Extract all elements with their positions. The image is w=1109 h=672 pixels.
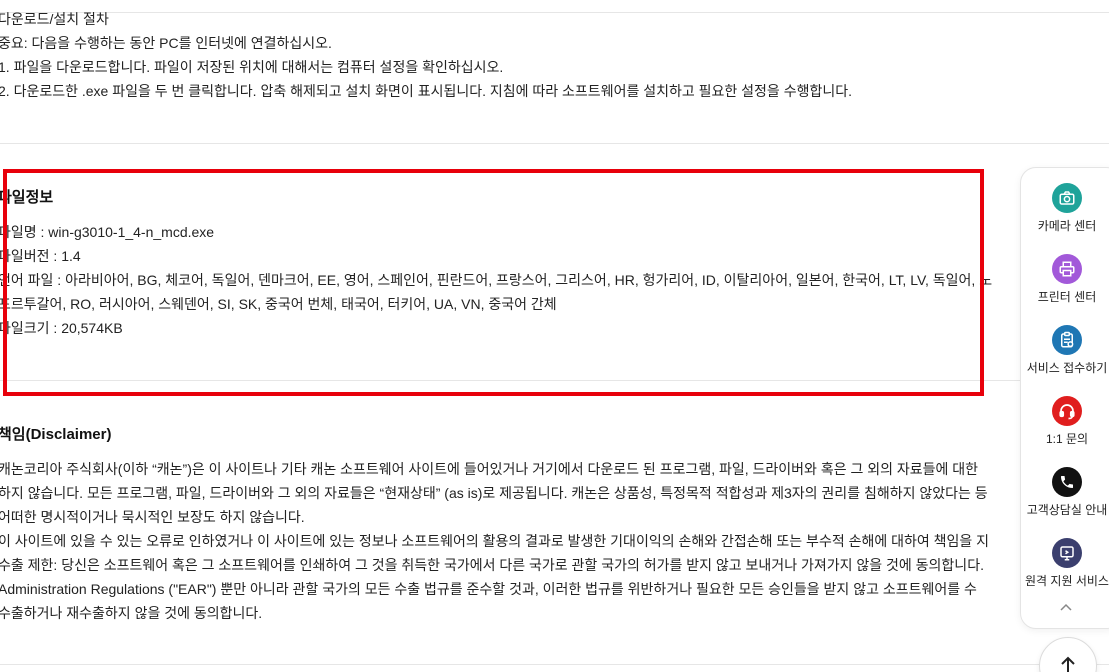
phone-icon [1052, 467, 1082, 497]
arrow-up-icon [1061, 656, 1075, 672]
disclaimer-paragraph: 이 사이트에 있을 수 있는 오류로 인하였거나 이 사이트에 있는 정보나 소… [0, 533, 990, 549]
file-info-title: 파일정보 [0, 189, 54, 206]
one-on-one-inquiry-label: 1:1 문의 [1045, 432, 1089, 446]
headset-icon [1052, 396, 1082, 426]
disclaimer-title: 책임(Disclaimer) [0, 426, 112, 443]
scroll-to-top-button[interactable] [1039, 637, 1097, 672]
printer-center-button[interactable]: 프린터 센터 [1021, 254, 1109, 304]
export-restriction-paragraph: 수출하거나 재수출하지 않을 것에 동의합니다. [0, 605, 263, 621]
remote-support-button[interactable]: 원격 지원 서비스 [1021, 538, 1109, 588]
install-step-2: 2. 다운로드한 .exe 파일을 두 번 클릭합니다. 압축 해제되고 설치 … [0, 83, 852, 99]
customer-center-info-button[interactable]: 고객상담실 안내 [1021, 467, 1109, 517]
service-request-button[interactable]: 서비스 접수하기 [1021, 325, 1109, 375]
one-on-one-inquiry-button[interactable]: 1:1 문의 [1021, 396, 1109, 446]
file-languages: 언어 파일 : 아라비아어, BG, 체코어, 독일어, 덴마크어, EE, 영… [0, 272, 993, 288]
install-step-1: 1. 파일을 다운로드합니다. 파일이 저장된 위치에 대해서는 컴퓨터 설정을… [0, 59, 504, 75]
quick-menu-panel: 카메라 센터 프린터 센터 서비스 접수하기 1:1 문의 고객상담실 안내 원… [1020, 167, 1109, 629]
download-page: 다운로드/설치 절차 중요: 다음을 수행하는 동안 PC를 인터넷에 연결하십… [0, 0, 1109, 672]
chevron-up-icon[interactable] [1058, 600, 1074, 616]
customer-center-info-label: 고객상담실 안내 [1026, 503, 1108, 517]
camera-icon [1052, 183, 1082, 213]
printer-center-label: 프린터 센터 [1037, 290, 1097, 304]
file-size: 파일크기 : 20,574KB [0, 320, 123, 336]
section-divider [0, 664, 1109, 665]
file-languages-continued: 포르투갈어, RO, 러시아어, 스웨덴어, SI, SK, 중국어 번체, 태… [0, 296, 557, 312]
disclaimer-paragraph: 어떠한 명시적이거나 묵시적인 보장도 하지 않습니다. [0, 509, 305, 525]
install-important-note: 중요: 다음을 수행하는 동안 PC를 인터넷에 연결하십시오. [0, 35, 332, 51]
remote-support-label: 원격 지원 서비스 [1025, 574, 1109, 588]
section-divider [0, 143, 1109, 144]
clipboard-icon [1052, 325, 1082, 355]
install-title: 다운로드/설치 절차 [0, 11, 109, 27]
camera-center-button[interactable]: 카메라 센터 [1021, 183, 1109, 233]
disclaimer-paragraph: 하지 않습니다. 모든 프로그램, 파일, 드라이버와 그 외의 자료들은 “현… [0, 485, 988, 501]
section-divider [0, 380, 1109, 381]
disclaimer-paragraph: 캐논코리아 주식회사(이하 “캐논”)은 이 사이트나 기타 캐논 소프트웨어 … [0, 461, 979, 477]
remote-support-icon [1052, 538, 1082, 568]
file-name: 파일명 : win-g3010-1_4-n_mcd.exe [0, 224, 215, 240]
printer-icon [1052, 254, 1082, 284]
file-version: 파일버전 : 1.4 [0, 248, 81, 264]
export-restriction-paragraph: 수출 제한: 당신은 소프트웨어 혹은 그 소프트웨어를 인쇄하여 그 것을 취… [0, 557, 984, 573]
camera-center-label: 카메라 센터 [1037, 219, 1097, 233]
export-restriction-paragraph: Administration Regulations ("EAR") 뿐만 아니… [0, 581, 977, 597]
top-divider [0, 12, 1109, 13]
service-request-label: 서비스 접수하기 [1026, 361, 1108, 375]
